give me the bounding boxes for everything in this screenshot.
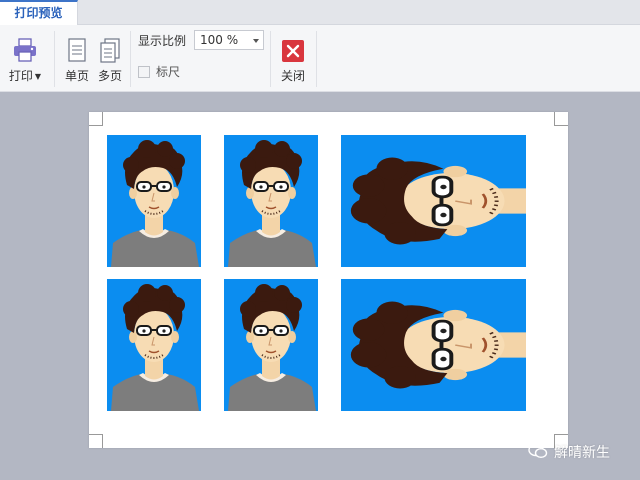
preview-page (89, 112, 568, 448)
id-photo (107, 279, 201, 411)
id-photo (224, 279, 318, 411)
wechat-logo-icon (528, 443, 548, 462)
multi-page-icon (98, 29, 122, 63)
separator (130, 31, 131, 87)
chevron-down-icon (253, 39, 259, 43)
single-page-button[interactable]: 单页 (62, 29, 92, 84)
close-icon (281, 29, 305, 63)
watermark: 解晴新生 (528, 442, 610, 462)
ruler-toggle[interactable]: 标尺 (138, 63, 180, 80)
multi-page-label: 多页 (97, 69, 122, 83)
id-photo-rotated (341, 279, 526, 411)
separator (316, 31, 317, 87)
zoom-label: 显示比例 (138, 34, 187, 48)
print-label: 打印 (8, 69, 33, 83)
chevron-down-icon[interactable]: ▼ (35, 72, 41, 81)
page-corner-mark (554, 112, 568, 126)
close-label: 关闭 (280, 69, 305, 83)
id-photo (107, 135, 201, 267)
ruler-label: 标尺 (156, 65, 181, 79)
zoom-value: 100 % (200, 33, 239, 47)
print-button[interactable]: 打印 ▼ (6, 29, 44, 84)
preview-toolbar: 打印 ▼ 单页 多页 显示比例 100 % 标尺 关闭 (0, 25, 640, 92)
page-corner-mark (89, 112, 103, 126)
watermark-text: 解晴新生 (554, 445, 610, 461)
single-page-icon (66, 29, 88, 63)
close-button[interactable]: 关闭 (276, 29, 310, 84)
separator (54, 31, 55, 87)
id-photo-rotated (341, 135, 526, 267)
single-page-label: 单页 (64, 69, 89, 83)
multi-page-button[interactable]: 多页 (95, 29, 125, 84)
tab-strip: 打印预览 (0, 0, 640, 26)
ruler-checkbox[interactable] (138, 65, 150, 78)
separator (270, 31, 271, 87)
zoom-select[interactable]: 100 % (194, 30, 264, 50)
id-photo (224, 135, 318, 267)
page-corner-mark (89, 434, 103, 448)
printer-icon (12, 29, 38, 63)
tab-print-preview[interactable]: 打印预览 (0, 0, 78, 26)
